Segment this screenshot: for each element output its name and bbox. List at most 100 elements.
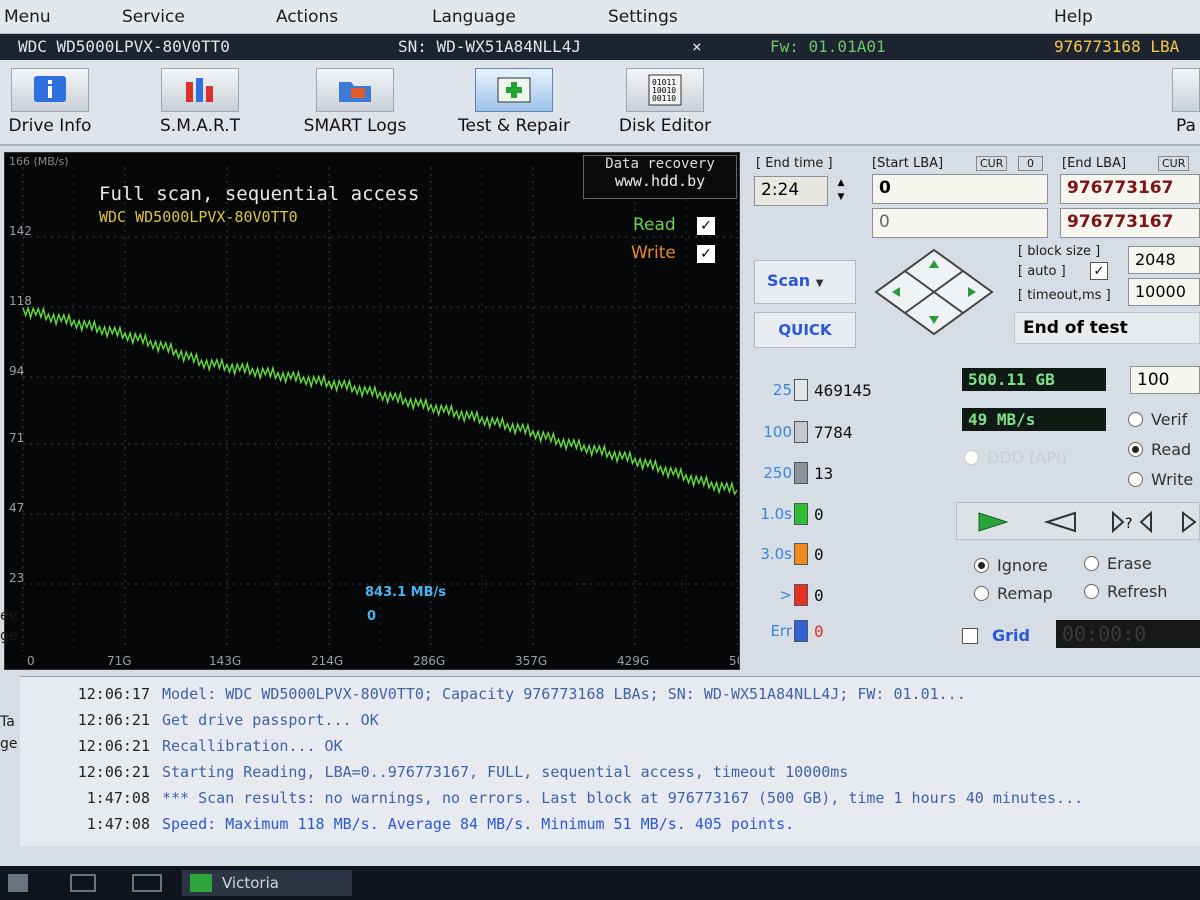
erase-label: Erase — [1107, 554, 1152, 573]
legend-count: 469145 — [814, 380, 872, 400]
legend-swatch — [794, 379, 808, 401]
erase-option[interactable]: Erase — [1084, 554, 1152, 573]
menu-item-help[interactable]: Help — [1054, 7, 1093, 27]
start-lba-field[interactable]: 0 — [872, 174, 1048, 204]
drive-info-button[interactable]: Drive Info — [4, 68, 96, 136]
legend-threshold: 3.0s — [760, 545, 792, 563]
log-row: 12:06:21 Starting Reading, LBA=0..9767731… — [20, 763, 849, 781]
log-time: 12:06:21 — [77, 737, 150, 755]
speed-graph: 142 118 94 71 47 23 0 71G 143G 214G 286G 357G 429G 50… — [4, 152, 740, 670]
write-legend-label: Write — [631, 243, 676, 263]
verify-option[interactable]: Verif — [1128, 410, 1187, 429]
log-row: 12:06:17 Model: WDC WD5000LPVX-80V0TT0; C… — [20, 685, 966, 703]
disk-editor-button[interactable]: 01011 10010 00110 Disk Editor — [612, 68, 718, 136]
menu-item-menu[interactable]: Menu — [4, 7, 51, 27]
auto-label: [ auto ] — [1018, 264, 1066, 279]
y-tick-label: 142 — [9, 224, 32, 238]
chevron-down-icon: ▼ — [815, 278, 824, 289]
start-lba-cur-button[interactable]: CUR — [976, 156, 1008, 171]
legend-row: 25 469145 — [748, 378, 872, 402]
panel-icon — [1172, 68, 1200, 112]
x-tick-label: 429G — [617, 654, 649, 668]
write-option[interactable]: Write — [1128, 470, 1193, 489]
ddd-api-option[interactable]: DDD (API) — [964, 448, 1067, 467]
end-lba-field[interactable]: 976773167 — [1060, 174, 1200, 204]
legend-row: 1.0s 0 — [748, 502, 824, 526]
close-icon[interactable]: × — [692, 37, 702, 56]
legend-swatch — [794, 503, 808, 525]
event-log[interactable]: 12:06:17 Model: WDC WD5000LPVX-80V0TT0; C… — [20, 676, 1200, 846]
legend-threshold: 25 — [772, 381, 792, 399]
toolbar-right-button[interactable]: Pa — [1172, 68, 1200, 136]
read-checkbox[interactable]: ✓ — [697, 217, 715, 235]
back-icon[interactable] — [1043, 511, 1079, 533]
smart-logs-button[interactable]: SMART Logs — [292, 68, 418, 136]
read-option[interactable]: Read — [1128, 440, 1191, 459]
grid-checkbox[interactable] — [962, 628, 978, 644]
legend-count: 7784 — [814, 422, 853, 442]
log-row: 12:06:21 Get drive passport... OK — [20, 711, 379, 729]
remap-option[interactable]: Remap — [974, 584, 1053, 603]
test-repair-button[interactable]: Test & Repair — [446, 68, 582, 136]
side-fragment-4: ge — [0, 736, 18, 752]
task-view-icon[interactable] — [70, 874, 96, 892]
y-tick-label: 94 — [9, 364, 24, 378]
legend-count: 0 — [814, 621, 824, 641]
toolbar-right-label: Pa — [1176, 116, 1196, 136]
timeout-label: [ timeout,ms ] — [1018, 288, 1111, 303]
play-icon[interactable] — [975, 511, 1011, 533]
plus-icon — [475, 68, 553, 112]
drive-info-label: Drive Info — [8, 116, 92, 136]
ignore-label: Ignore — [997, 556, 1048, 575]
remap-label: Remap — [997, 584, 1053, 603]
quick-button[interactable]: QUICK — [754, 312, 856, 348]
legend-threshold: 1.0s — [760, 505, 792, 523]
end-icon[interactable] — [1179, 511, 1200, 533]
legend-row: 100 7784 — [748, 420, 853, 444]
watermark-line-1: Data recovery — [605, 156, 715, 172]
log-message: Model: WDC WD5000LPVX-80V0TT0; Capacity … — [162, 685, 966, 703]
skip-icon[interactable]: ? — [1111, 511, 1155, 533]
write-checkbox[interactable]: ✓ — [697, 245, 715, 263]
refresh-option[interactable]: Refresh — [1084, 582, 1167, 601]
legend-row: 250 13 — [748, 461, 833, 485]
scan-dropdown[interactable]: Scan ▼ — [754, 260, 856, 304]
test-repair-label: Test & Repair — [458, 116, 570, 136]
folder-icon — [316, 68, 394, 112]
menu-item-actions[interactable]: Actions — [276, 7, 338, 27]
log-time: 12:06:17 — [77, 685, 150, 703]
write-radio — [1128, 472, 1143, 487]
scan-label: Scan — [767, 271, 811, 290]
taskbar-app-victoria[interactable]: Victoria — [182, 870, 352, 896]
terminal-icon[interactable] — [132, 874, 162, 892]
timeout-field[interactable]: 10000 — [1128, 278, 1200, 306]
legend-row: Err 0 — [748, 619, 824, 643]
end-time-spinner[interactable]: ▲ ▼ — [830, 176, 852, 206]
start-icon[interactable] — [8, 874, 28, 892]
end-time-field[interactable]: 2:24 — [754, 176, 828, 206]
block-size-field[interactable]: 2048 — [1128, 246, 1200, 274]
end-lba-cur-button[interactable]: CUR — [1158, 156, 1190, 171]
drive-firmware: Fw: 01.01A01 — [770, 37, 886, 56]
auto-checkbox[interactable]: ✓ — [1090, 262, 1108, 280]
menu-item-settings[interactable]: Settings — [608, 7, 678, 27]
end-time-label: [ End time ] — [756, 156, 833, 171]
x-tick-label: 286G — [413, 654, 445, 668]
menu-item-service[interactable]: Service — [122, 7, 185, 27]
legend-threshold: 250 — [763, 464, 792, 482]
x-tick-label: 214G — [311, 654, 343, 668]
x-tick-label: 50 — [729, 654, 740, 668]
smart-label: S.M.A.R.T — [160, 116, 240, 136]
log-message: Speed: Maximum 118 MB/s. Average 84 MB/s… — [162, 815, 795, 833]
ignore-option[interactable]: Ignore — [974, 556, 1048, 575]
graph-title: Full scan, sequential access — [99, 183, 420, 205]
smart-button[interactable]: S.M.A.R.T — [150, 68, 250, 136]
direction-pad[interactable] — [872, 246, 996, 338]
read-legend-label: Read — [633, 215, 676, 235]
info-icon — [11, 68, 89, 112]
toolbar: Drive Info S.M.A.R.T SMART Logs Test & R… — [0, 60, 1200, 146]
menu-item-language[interactable]: Language — [432, 7, 516, 27]
current-speed: 843.1 MB/s — [365, 585, 446, 600]
log-row: 1:47:08 Speed: Maximum 118 MB/s. Average … — [20, 815, 794, 833]
log-row: 1:47:08 *** Scan results: no warnings, no… — [20, 789, 1083, 807]
